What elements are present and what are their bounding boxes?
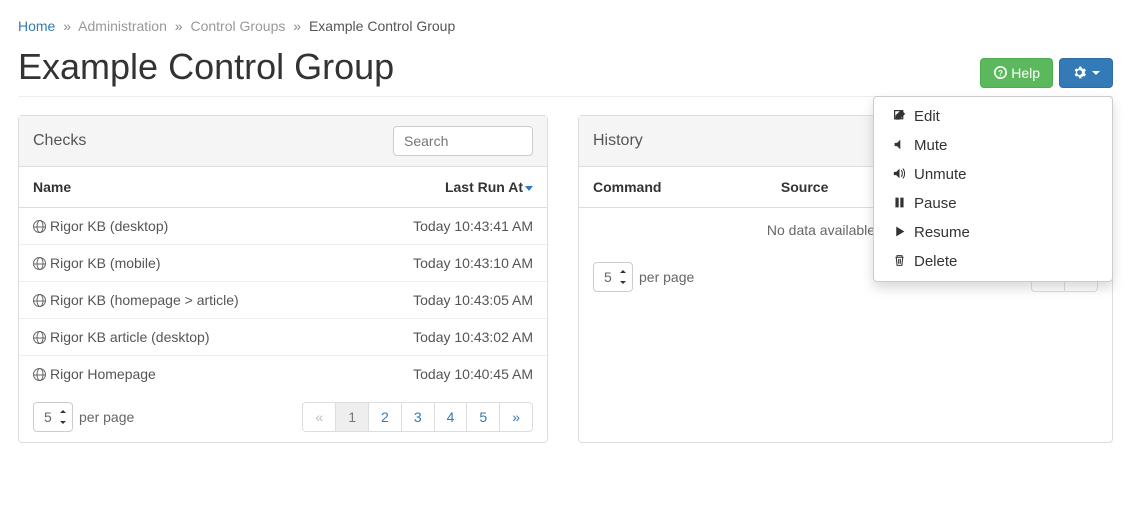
check-name: Rigor Homepage <box>19 356 342 393</box>
checks-panel: Checks Name Last Run At Rigor KB (deskto… <box>18 115 548 443</box>
page-1[interactable]: 1 <box>335 402 369 432</box>
menu-unmute[interactable]: Unmute <box>874 160 1112 189</box>
checks-col-last-run[interactable]: Last Run At <box>342 167 547 208</box>
menu-edit-label: Edit <box>914 108 940 125</box>
menu-edit[interactable]: Edit <box>874 102 1112 131</box>
settings-dropdown-menu: Edit Mute Unmute Pause Resume <box>873 96 1113 282</box>
check-name: Rigor KB (mobile) <box>19 245 342 282</box>
checks-per-page-label: per page <box>79 409 134 425</box>
menu-pause[interactable]: Pause <box>874 189 1112 218</box>
globe-icon <box>33 257 46 270</box>
check-last-run: Today 10:43:05 AM <box>342 282 547 319</box>
checks-per-page-select[interactable]: 5 <box>33 402 73 432</box>
checks-col-last-run-label: Last Run At <box>445 179 523 195</box>
page-5[interactable]: 5 <box>466 402 500 432</box>
table-row[interactable]: Rigor KB (homepage > article)Today 10:43… <box>19 282 547 319</box>
globe-icon <box>33 331 46 344</box>
table-row[interactable]: Rigor HomepageToday 10:40:45 AM <box>19 356 547 393</box>
settings-dropdown-button[interactable] <box>1059 58 1113 88</box>
checks-search-input[interactable] <box>393 126 533 156</box>
history-per-page-select[interactable]: 5 <box>593 262 633 292</box>
check-name: Rigor KB (desktop) <box>19 208 342 245</box>
checks-title: Checks <box>33 132 86 150</box>
history-per-page-label: per page <box>639 269 694 285</box>
menu-delete-label: Delete <box>914 253 957 270</box>
checks-pagination: «12345» <box>303 402 533 432</box>
page-3[interactable]: 3 <box>401 402 435 432</box>
history-col-command[interactable]: Command <box>579 167 767 208</box>
svg-text:?: ? <box>998 69 1003 78</box>
pause-icon <box>892 195 906 212</box>
check-name: Rigor KB (homepage > article) <box>19 282 342 319</box>
page-prev[interactable]: « <box>302 402 336 432</box>
help-button[interactable]: ? Help <box>980 58 1053 88</box>
menu-pause-label: Pause <box>914 195 957 212</box>
edit-icon <box>892 108 906 125</box>
check-last-run: Today 10:43:41 AM <box>342 208 547 245</box>
table-row[interactable]: Rigor KB (mobile)Today 10:43:10 AM <box>19 245 547 282</box>
mute-icon <box>892 137 906 154</box>
breadcrumb-home[interactable]: Home <box>18 18 55 34</box>
menu-resume-label: Resume <box>914 224 970 241</box>
breadcrumb-administration[interactable]: Administration <box>78 18 167 34</box>
check-last-run: Today 10:43:02 AM <box>342 319 547 356</box>
page-title: Example Control Group <box>18 46 394 88</box>
gear-icon <box>1072 65 1086 81</box>
page-2[interactable]: 2 <box>368 402 402 432</box>
play-icon <box>892 224 906 241</box>
page-4[interactable]: 4 <box>434 402 468 432</box>
history-title: History <box>593 132 643 150</box>
unmute-icon <box>892 166 906 183</box>
menu-resume[interactable]: Resume <box>874 218 1112 247</box>
menu-mute-label: Mute <box>914 137 947 154</box>
globe-icon <box>33 220 46 233</box>
breadcrumb-current: Example Control Group <box>309 18 455 34</box>
table-row[interactable]: Rigor KB (desktop)Today 10:43:41 AM <box>19 208 547 245</box>
trash-icon <box>892 253 906 270</box>
globe-icon <box>33 294 46 307</box>
caret-down-icon <box>1092 71 1100 75</box>
table-row[interactable]: Rigor KB article (desktop)Today 10:43:02… <box>19 319 547 356</box>
menu-delete[interactable]: Delete <box>874 247 1112 276</box>
breadcrumb-control-groups[interactable]: Control Groups <box>190 18 285 34</box>
menu-unmute-label: Unmute <box>914 166 967 183</box>
help-icon: ? <box>993 65 1007 81</box>
globe-icon <box>33 368 46 381</box>
check-last-run: Today 10:40:45 AM <box>342 356 547 393</box>
page-next[interactable]: » <box>499 402 533 432</box>
checks-col-name[interactable]: Name <box>19 167 342 208</box>
check-last-run: Today 10:43:10 AM <box>342 245 547 282</box>
sort-desc-icon <box>525 186 533 191</box>
breadcrumb: Home » Administration » Control Groups »… <box>18 18 1113 34</box>
check-name: Rigor KB article (desktop) <box>19 319 342 356</box>
menu-mute[interactable]: Mute <box>874 131 1112 160</box>
help-label: Help <box>1011 65 1040 81</box>
